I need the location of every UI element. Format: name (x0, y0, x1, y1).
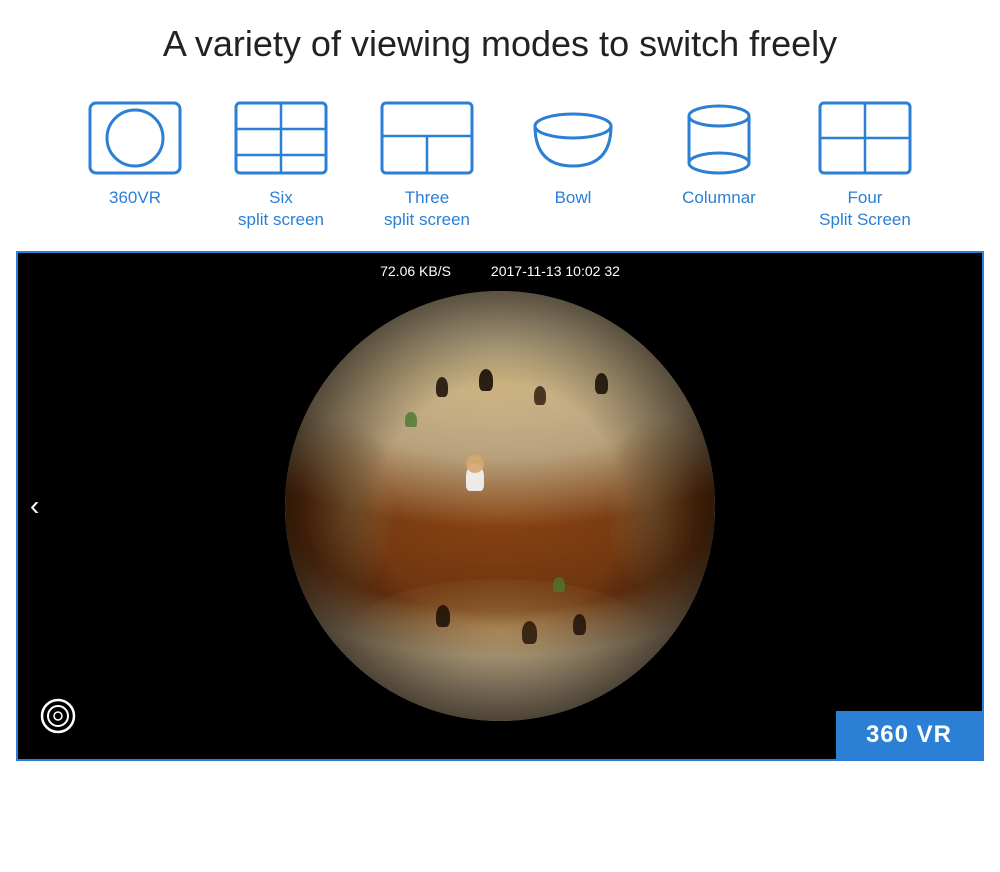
six-split-icon (226, 93, 336, 183)
office-scene (285, 291, 715, 721)
mode-360vr-label: 360VR (109, 187, 161, 209)
vr-badge: 360 VR (836, 711, 982, 759)
columnar-icon (664, 93, 774, 183)
mode-columnar-label: Columnar (682, 187, 756, 209)
capture-button[interactable] (38, 696, 78, 741)
three-split-icon (372, 93, 482, 183)
modes-bar: 360VR Sixsplit screen Thr (0, 83, 1000, 251)
video-player: 72.06 KB/S 2017-11-13 10:02 32 ‹ (16, 251, 984, 761)
mode-three-split[interactable]: Threesplit screen (354, 93, 500, 231)
mode-bowl-label: Bowl (555, 187, 592, 209)
video-info: 72.06 KB/S 2017-11-13 10:02 32 (380, 263, 620, 279)
video-bitrate: 72.06 KB/S (380, 263, 451, 279)
mode-four-split-label: FourSplit Screen (819, 187, 911, 231)
fisheye-view (285, 291, 715, 721)
video-datetime: 2017-11-13 10:02 32 (491, 263, 620, 279)
360vr-icon (80, 93, 190, 183)
mode-bowl[interactable]: Bowl (500, 93, 646, 209)
mode-four-split[interactable]: FourSplit Screen (792, 93, 938, 231)
mode-360vr[interactable]: 360VR (62, 93, 208, 209)
bowl-icon (518, 93, 628, 183)
mode-three-split-label: Threesplit screen (384, 187, 470, 231)
page-title: A variety of viewing modes to switch fre… (0, 0, 1000, 83)
mode-six-split-label: Sixsplit screen (238, 187, 324, 231)
mode-six-split[interactable]: Sixsplit screen (208, 93, 354, 231)
mode-columnar[interactable]: Columnar (646, 93, 792, 209)
prev-button[interactable]: ‹ (30, 492, 39, 520)
four-split-icon (810, 93, 920, 183)
